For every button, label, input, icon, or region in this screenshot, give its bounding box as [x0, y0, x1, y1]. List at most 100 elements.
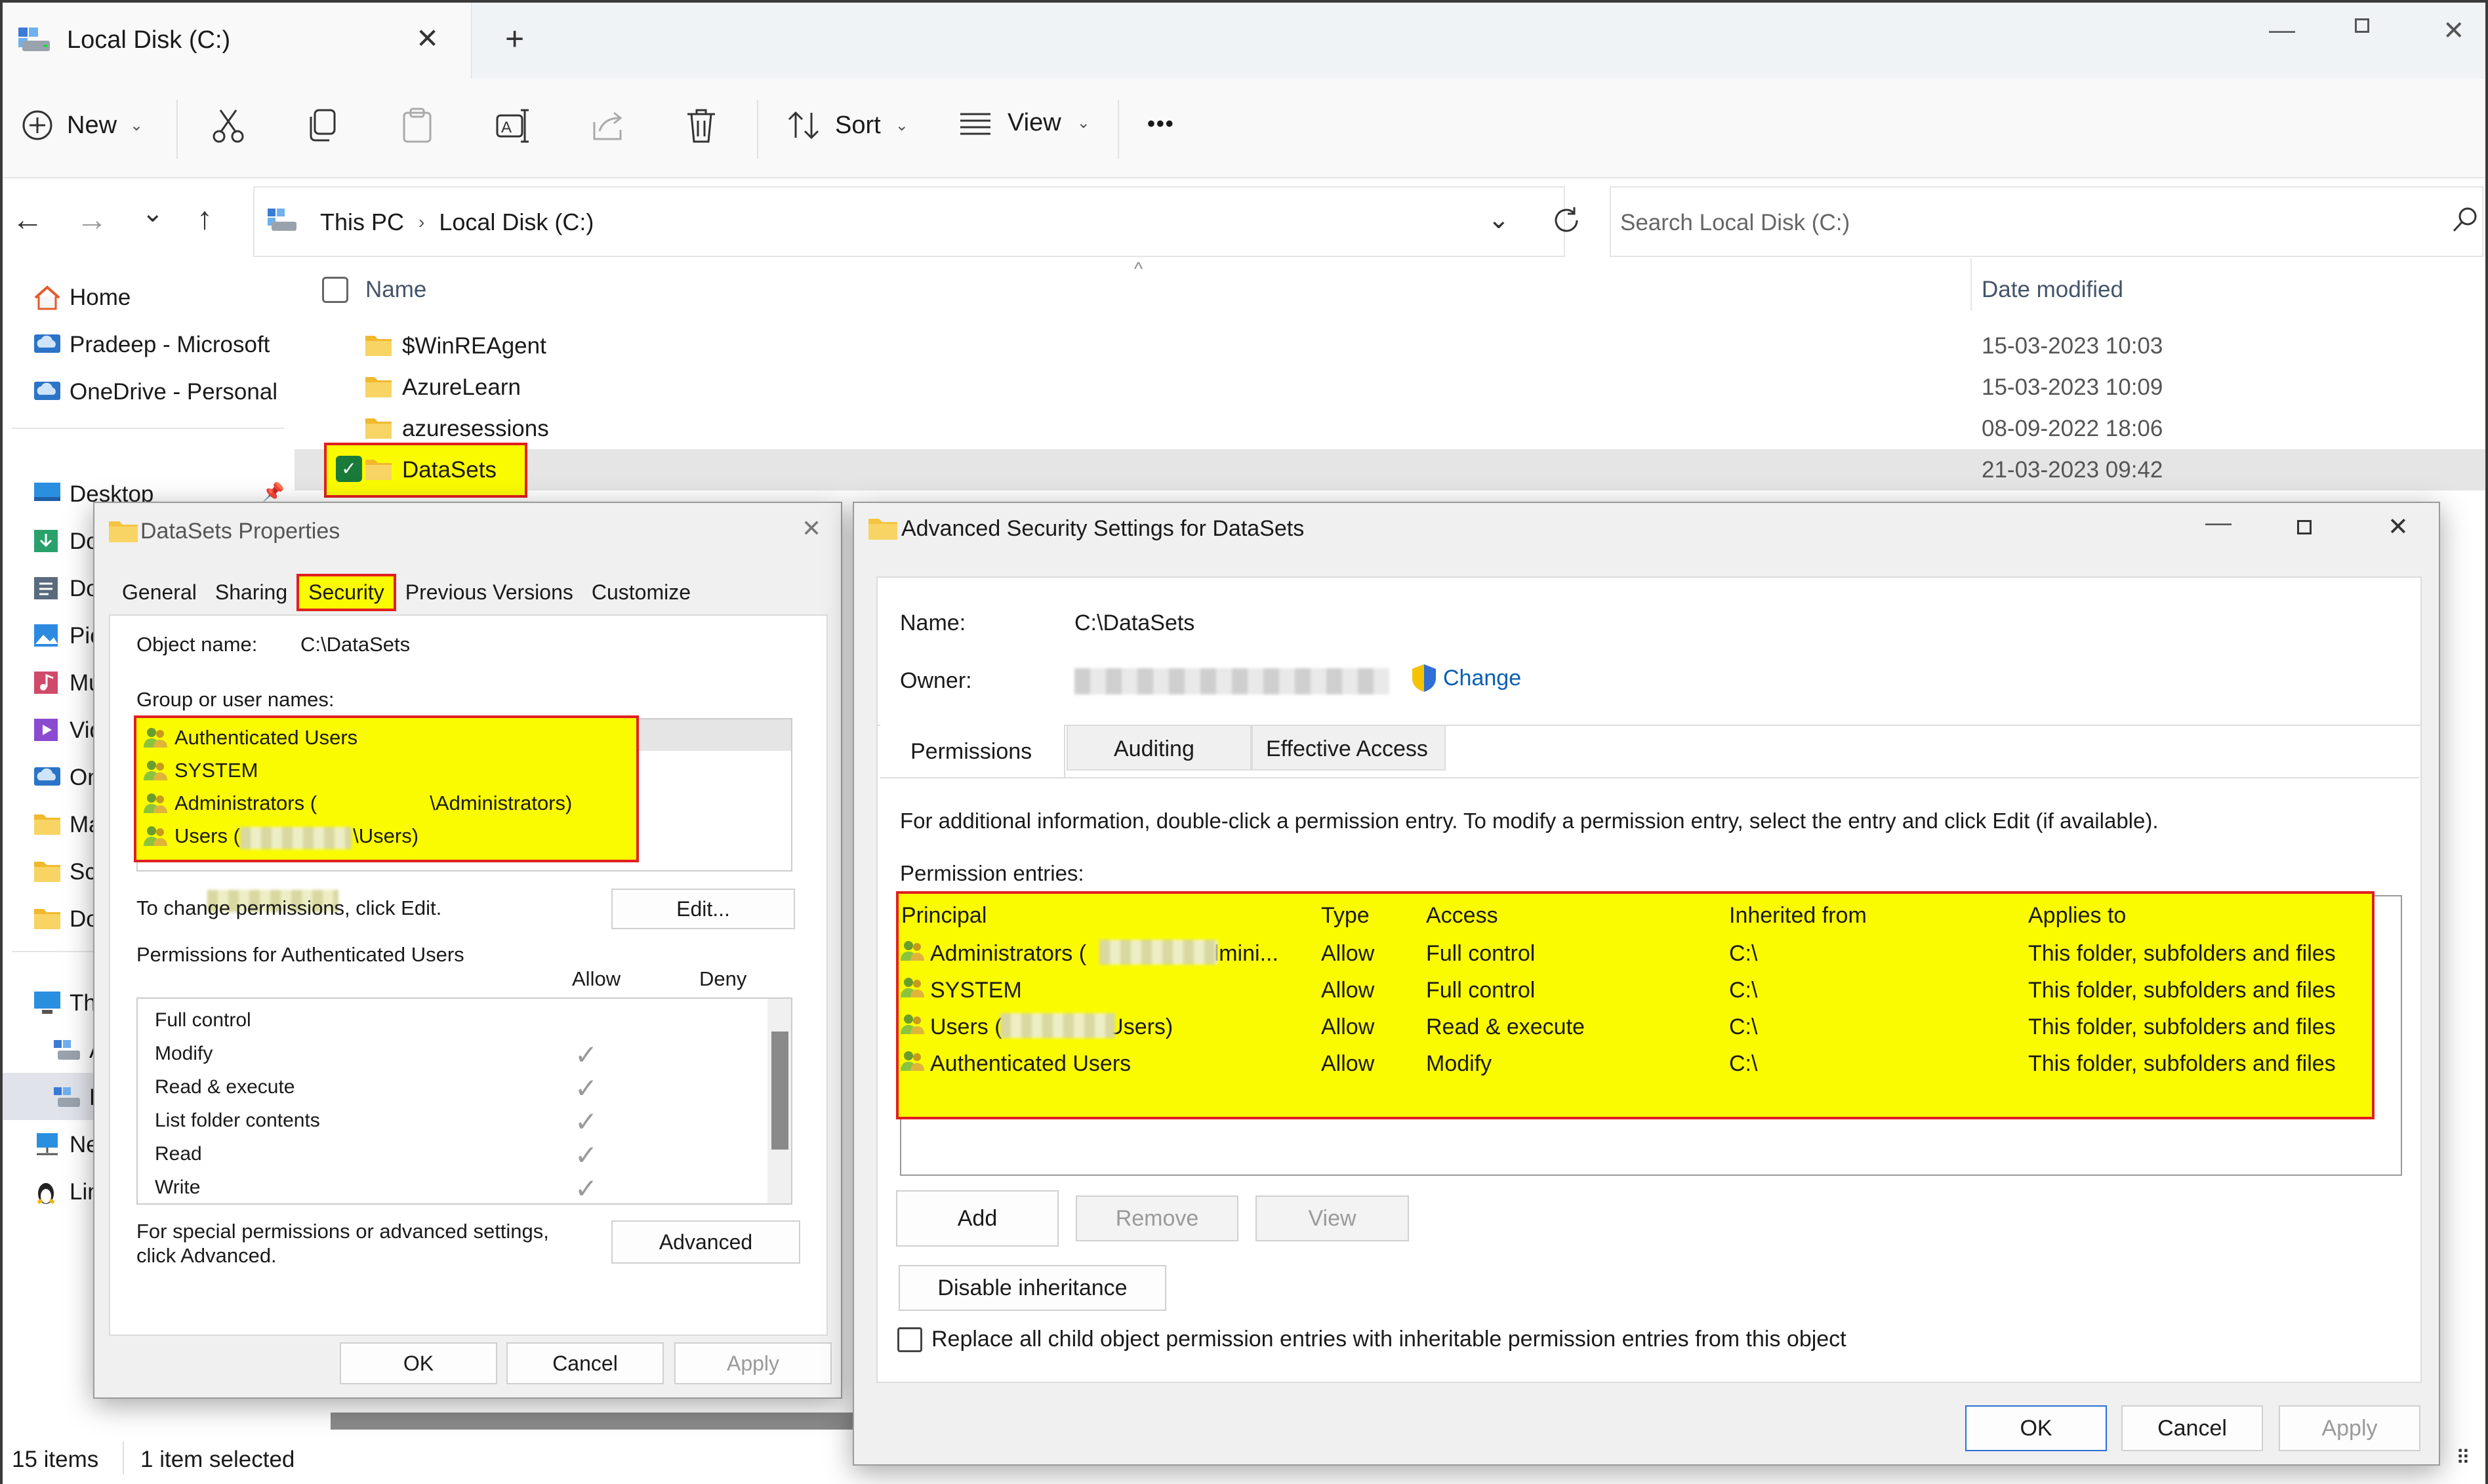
forward-icon[interactable]: → [76, 202, 108, 238]
breadcrumb-local-disk[interactable]: Local Disk (C:) [439, 209, 594, 236]
nav-item[interactable]: Pradeep - Microsoft [3, 320, 295, 367]
replace-child-option[interactable]: Replace all child object permission entr… [897, 1327, 1846, 1352]
new-tab-button[interactable]: + [505, 20, 524, 58]
change-owner-link[interactable]: Change [1410, 663, 1521, 693]
more-options-button[interactable]: ••• [1147, 111, 1175, 137]
remove-button[interactable]: Remove [1076, 1195, 1238, 1241]
disable-inheritance-button[interactable]: Disable inheritance [899, 1265, 1166, 1311]
permission-entry-row[interactable]: Authenticated Users Allow Modify C:\ This fo… [899, 1050, 2368, 1083]
ok-button[interactable]: OK [1965, 1405, 2107, 1451]
tab-security[interactable]: Security [296, 574, 396, 611]
file-date: 15-03-2023 10:03 [1982, 333, 2163, 359]
up-icon[interactable]: ↑ [197, 201, 213, 237]
nav-item[interactable]: Home [3, 273, 295, 320]
share-icon[interactable] [590, 108, 626, 144]
recent-locations-icon[interactable]: ⌄ [142, 198, 164, 228]
restore-icon[interactable] [2355, 18, 2369, 33]
apply-button[interactable]: Apply [674, 1342, 832, 1384]
advanced-button[interactable]: Advanced [611, 1220, 800, 1264]
entry-type: Allow [1321, 978, 1375, 1003]
column-header[interactable]: Principal [901, 903, 987, 929]
tab-general[interactable]: General [113, 576, 206, 609]
close-window-icon[interactable]: ✕ [2443, 16, 2465, 46]
address-dropdown-icon[interactable]: ⌄ [1488, 205, 1510, 235]
group-list-item[interactable]: Administrators ( \Administrators) [143, 789, 572, 818]
column-header-date[interactable]: Date modified [1982, 277, 2123, 303]
horizontal-scrollbar[interactable] [331, 1413, 868, 1430]
file-row[interactable]: $WinREAgent 15-03-2023 10:03 [295, 325, 2485, 367]
tab-effective-access[interactable]: Effective Access [1252, 725, 1446, 771]
permission-row: List folder contents ✓ [155, 1106, 758, 1137]
file-row[interactable]: ✓ DataSets 21-03-2023 09:42 [295, 443, 2485, 498]
paste-icon[interactable] [400, 108, 434, 144]
entry-inherited: C:\ [1729, 1014, 1758, 1039]
sort-button[interactable]: Sort ⌄ [786, 109, 908, 142]
entry-inherited: C:\ [1729, 978, 1758, 1003]
permission-entry-row[interactable]: Users ( \Users) Allow Read & execute C:\ Thi… [899, 1013, 2368, 1046]
tab-permissions[interactable]: Permissions [880, 725, 1065, 777]
column-header-name[interactable]: Name [365, 277, 426, 303]
allow-check-icon: ✓ [575, 1140, 598, 1171]
view-button[interactable]: View ⌄ [959, 109, 1090, 137]
rename-icon[interactable]: A [495, 108, 531, 144]
group-list-item[interactable]: Authenticated Users [143, 723, 357, 752]
edit-button[interactable]: Edit... [611, 889, 795, 929]
sort-icon [788, 111, 819, 140]
search-box[interactable]: Search Local Disk (C:) [1610, 186, 2483, 257]
tab-previous-versions[interactable]: Previous Versions [396, 576, 582, 609]
minimize-icon[interactable]: — [2269, 16, 2295, 45]
properties-dialog: DataSets Properties ✕ General Sharing Se… [93, 502, 842, 1399]
file-row[interactable]: azuresessions 08-09-2022 18:06 [295, 408, 2485, 449]
redacted-domain [1000, 1013, 1115, 1038]
cancel-button[interactable]: Cancel [2121, 1405, 2263, 1451]
column-header[interactable]: Type [1321, 903, 1370, 929]
delete-icon[interactable] [685, 108, 718, 144]
scrollbar-thumb[interactable] [771, 1032, 788, 1150]
replace-child-checkbox[interactable] [897, 1327, 922, 1352]
new-button[interactable]: New ⌄ [21, 109, 143, 142]
pin-icon[interactable]: 📌 [262, 481, 285, 503]
cancel-button[interactable]: Cancel [506, 1342, 664, 1384]
row-checkbox[interactable]: ✓ [336, 456, 362, 482]
breadcrumb-this-pc[interactable]: This PC [320, 209, 404, 236]
file-row[interactable]: AzureLearn 15-03-2023 10:09 [295, 367, 2485, 408]
entries-highlight: Principal Type Access Inherited from Applies… [896, 891, 2375, 1119]
permission-entry-row[interactable]: SYSTEM Allow Full control C:\ This folder, s… [899, 976, 2368, 1009]
column-header[interactable]: Inherited from [1729, 903, 1867, 929]
resize-grip-icon[interactable]: ⠿ [2456, 1447, 2470, 1470]
entry-access: Read & execute [1426, 1014, 1585, 1039]
close-icon[interactable]: ✕ [2388, 512, 2409, 542]
close-tab-icon[interactable]: ✕ [416, 22, 439, 54]
permissions-list[interactable]: Full control Modify ✓ Read & execute ✓ List f… [136, 997, 792, 1205]
nav-item[interactable]: OneDrive - Personal [3, 367, 295, 414]
view-button[interactable]: View [1255, 1195, 1409, 1241]
home-icon [33, 285, 60, 310]
column-header[interactable]: Access [1426, 903, 1498, 929]
tab-permissions-label: Permissions [910, 739, 1032, 764]
maximize-icon[interactable] [2297, 520, 2312, 534]
address-bar[interactable]: This PC › Local Disk (C:) ⌄ [253, 186, 1565, 257]
close-icon[interactable]: ✕ [802, 515, 821, 542]
svg-text:A: A [501, 119, 512, 136]
column-header[interactable]: Applies to [2028, 903, 2126, 929]
folder-icon [364, 416, 393, 441]
ok-button[interactable]: OK [340, 1342, 497, 1384]
tab-customize[interactable]: Customize [582, 576, 700, 609]
tab-auditing[interactable]: Auditing [1067, 725, 1252, 771]
tab-local-disk[interactable]: Local Disk (C:) ✕ [3, 3, 472, 79]
back-icon[interactable]: ← [12, 202, 43, 238]
cut-icon[interactable] [211, 108, 245, 144]
refresh-icon[interactable] [1551, 205, 1582, 236]
nav-item-label: Th [70, 990, 96, 1016]
scrollbar[interactable] [767, 999, 791, 1203]
group-highlight: Authenticated Users SYSTEM Administrators … [134, 715, 639, 912]
copy-icon[interactable] [306, 108, 340, 144]
apply-button[interactable]: Apply [2279, 1405, 2420, 1451]
tab-sharing[interactable]: Sharing [206, 576, 296, 609]
minimize-icon[interactable]: — [2205, 508, 2232, 538]
add-button[interactable]: Add [896, 1190, 1059, 1247]
address-row: ← → ⌄ ↑ This PC › Local Disk (C:) ⌄ Sear… [3, 178, 2485, 265]
select-all-checkbox[interactable] [322, 277, 348, 303]
group-list-item[interactable]: SYSTEM [143, 756, 258, 785]
info-text: For additional information, double-click… [900, 809, 2159, 833]
